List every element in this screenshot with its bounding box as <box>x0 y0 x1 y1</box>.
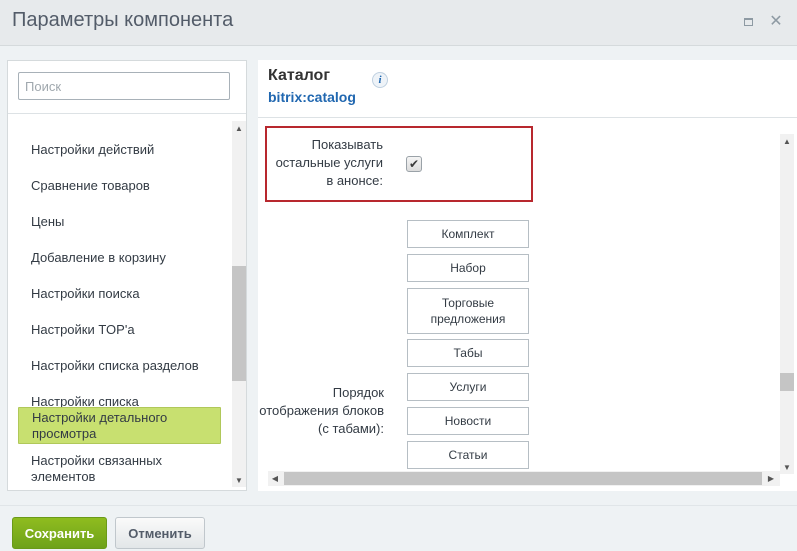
sidebar-item-top[interactable]: Настройки TOP'а <box>18 322 221 338</box>
scroll-left-icon[interactable]: ◀ <box>268 471 282 485</box>
sidebar-item-compare[interactable]: Сравнение товаров <box>18 178 221 194</box>
dialog-title: Параметры компонента <box>12 9 234 31</box>
order-item-set[interactable]: Набор <box>407 254 529 282</box>
sidebar-item-prices[interactable]: Цены <box>18 214 221 230</box>
scroll-down-icon[interactable]: ▼ <box>780 460 794 474</box>
scroll-up-icon[interactable]: ▲ <box>780 134 794 148</box>
sidebar-scrollbar[interactable]: ▲ ▼ <box>232 121 246 487</box>
scroll-down-icon[interactable]: ▼ <box>232 473 246 487</box>
scroll-right-icon[interactable]: ▶ <box>764 471 778 485</box>
info-icon[interactable]: i <box>372 72 388 88</box>
order-item-tabs[interactable]: Табы <box>407 339 529 367</box>
component-code: bitrix:catalog <box>268 89 356 105</box>
save-button[interactable]: Сохранить <box>12 517 107 549</box>
close-button[interactable]: ✕ <box>768 14 784 30</box>
component-title: Каталог <box>268 67 330 84</box>
scrollbar-thumb[interactable] <box>232 266 246 381</box>
settings-divider <box>258 117 797 118</box>
show-services-label: Показывать остальные услуги в анонсе: <box>275 137 383 188</box>
order-item-news[interactable]: Новости <box>407 407 529 435</box>
sidebar-item-actions[interactable]: Настройки действий <box>18 142 221 158</box>
sidebar-item-related[interactable]: Настройки связанных элементов <box>18 452 221 485</box>
settings-panel: Каталог i bitrix:catalog Показывать оста… <box>258 60 797 491</box>
block-order-label: Порядок отображения блоков (с табами): <box>259 385 384 436</box>
show-services-checkbox[interactable]: ✔ <box>406 156 422 172</box>
sidebar-item-search[interactable]: Настройки поиска <box>18 286 221 302</box>
maximize-icon <box>743 18 753 26</box>
maximize-button[interactable] <box>740 14 756 30</box>
settings-hscrollbar[interactable]: ◀ ▶ <box>268 471 780 486</box>
cancel-button[interactable]: Отменить <box>115 517 205 549</box>
dialog-body: Настройки действий Сравнение товаров Цен… <box>0 46 797 505</box>
order-item-articles[interactable]: Статьи <box>407 441 529 469</box>
dialog-footer: Сохранить Отменить <box>0 505 797 551</box>
sidebar-item-basket[interactable]: Добавление в корзину <box>18 250 221 266</box>
sidebar: Настройки действий Сравнение товаров Цен… <box>7 60 247 491</box>
close-icon: ✕ <box>769 13 783 30</box>
order-item-kit[interactable]: Комплект <box>407 220 529 248</box>
order-item-offers[interactable]: Торговые предложения <box>407 288 529 334</box>
dialog-titlebar: Параметры компонента ✕ <box>0 0 797 46</box>
sidebar-item-section-list[interactable]: Настройки списка разделов <box>18 358 221 374</box>
order-item-services[interactable]: Услуги <box>407 373 529 401</box>
scrollbar-thumb[interactable] <box>780 373 794 391</box>
sidebar-item-detail[interactable]: Настройки детального просмотра <box>18 407 221 444</box>
settings-vscrollbar[interactable]: ▲ ▼ <box>780 134 794 474</box>
scrollbar-thumb[interactable] <box>284 472 762 485</box>
search-input[interactable] <box>18 72 230 100</box>
checkmark-icon: ✔ <box>408 157 420 171</box>
scroll-up-icon[interactable]: ▲ <box>232 121 246 135</box>
sidebar-divider <box>8 113 246 114</box>
